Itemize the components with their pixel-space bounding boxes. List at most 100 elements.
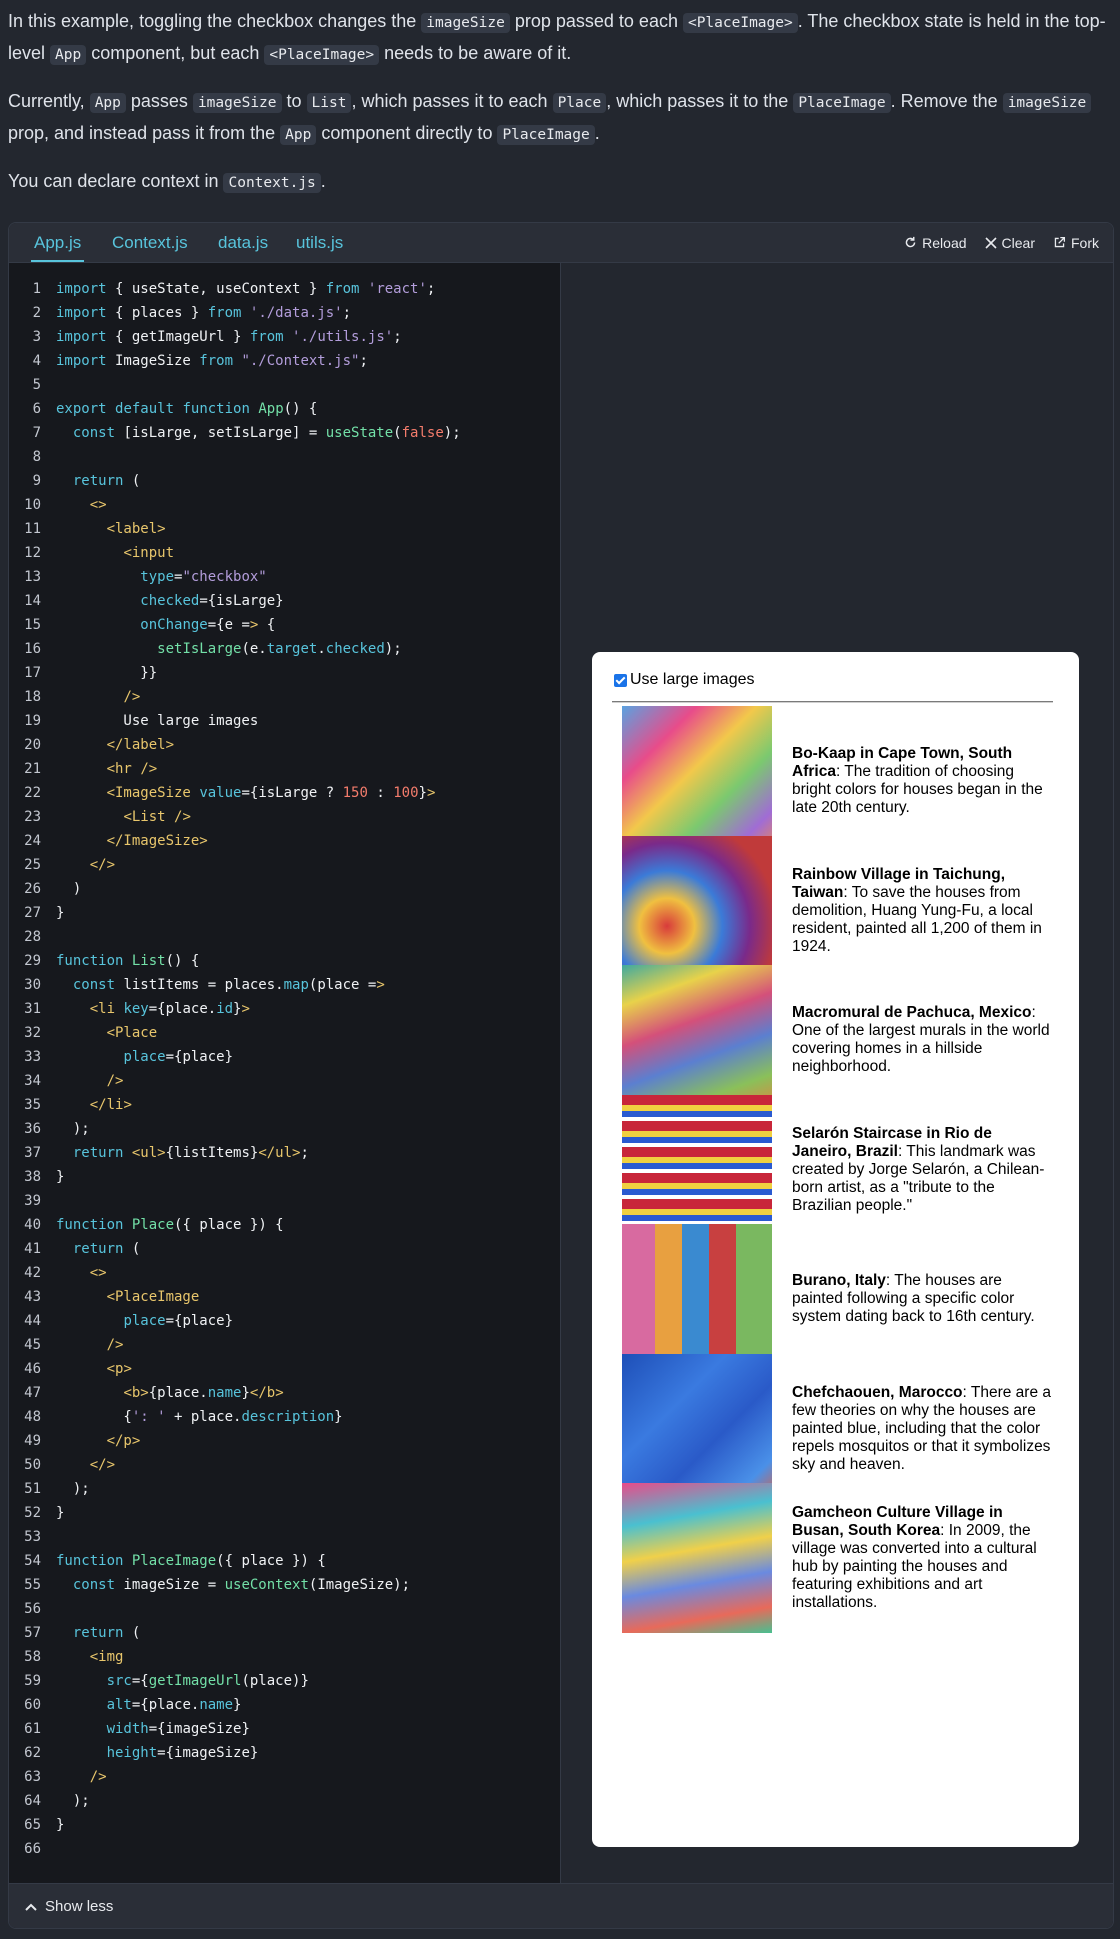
code-line[interactable]: 12 <input <box>9 541 174 565</box>
code-line[interactable]: 33 place={place} <box>9 1045 233 1069</box>
tab-app-js[interactable]: App.js <box>31 223 85 262</box>
code-line[interactable]: 25 </> <box>9 853 115 877</box>
code-line[interactable]: 7 const [isLarge, setIsLarge] = useState… <box>9 421 461 445</box>
text-segment: component directly to <box>316 123 498 143</box>
code-line[interactable]: 3 import { getImageUrl } from './utils.js… <box>9 325 402 349</box>
code-line[interactable]: 28 <box>9 925 56 949</box>
show-less-button[interactable]: Show less <box>25 1884 113 1928</box>
inline-code: Context.js <box>223 173 321 193</box>
code-line[interactable]: 31 <li key={place.id}> <box>9 997 250 1021</box>
code-line[interactable]: 40 function Place({ place }) { <box>9 1213 283 1237</box>
large-images-label[interactable]: Use large images <box>614 671 755 689</box>
tab-utils-js[interactable]: utils.js <box>296 223 343 262</box>
code-line[interactable]: 26 ) <box>9 877 81 901</box>
inline-code: App <box>50 45 87 65</box>
code-line[interactable]: 60 alt={place.name} <box>9 1693 241 1717</box>
line-code: import ImageSize from "./Context.js"; <box>56 353 368 369</box>
line-number: 9 <box>32 473 41 489</box>
code-line[interactable]: 55 const imageSize = useContext(ImageSiz… <box>9 1573 410 1597</box>
code-line[interactable]: 4 import ImageSize from "./Context.js"; <box>9 349 368 373</box>
code-line[interactable]: 24 </ImageSize> <box>9 829 208 853</box>
use-large-images-checkbox[interactable] <box>614 673 627 687</box>
code-line[interactable]: 29 function List() { <box>9 949 199 973</box>
code-line[interactable]: 15 onChange={e => { <box>9 613 275 637</box>
code-line[interactable]: 47 <b>{place.name}</b> <box>9 1381 284 1405</box>
clear-button[interactable]: Clear <box>984 235 1035 251</box>
code-line[interactable]: 16 setIsLarge(e.target.checked); <box>9 637 402 661</box>
code-line[interactable]: 53 <box>9 1525 56 1549</box>
code-line[interactable]: 34 /> <box>9 1069 123 1093</box>
code-line[interactable]: 14 checked={isLarge} <box>9 589 283 613</box>
code-line[interactable]: 63 /> <box>9 1765 106 1789</box>
list-item: Rainbow Village in Taichung, Taiwan: To … <box>622 835 1062 986</box>
code-line[interactable]: 48 {': ' + place.description} <box>9 1405 342 1429</box>
code-line[interactable]: 32 <Place <box>9 1021 157 1045</box>
code-line[interactable]: 46 <p> <box>9 1357 132 1381</box>
line-number: 41 <box>24 1241 41 1257</box>
code-line[interactable]: 61 width={imageSize} <box>9 1717 250 1741</box>
place-description: Burano, Italy: The houses are painted fo… <box>792 1272 1052 1326</box>
code-line[interactable]: 54 function PlaceImage({ place }) { <box>9 1549 326 1573</box>
code-line[interactable]: 10 <> <box>9 493 107 517</box>
code-line[interactable]: 20 </label> <box>9 733 174 757</box>
line-number: 33 <box>24 1049 41 1065</box>
code-line[interactable]: 17 }} <box>9 661 157 685</box>
code-line[interactable]: 66 <box>9 1837 56 1861</box>
code-line[interactable]: 18 /> <box>9 685 140 709</box>
code-line[interactable]: 64 ); <box>9 1789 90 1813</box>
code-line[interactable]: 43 <PlaceImage <box>9 1285 199 1309</box>
text-segment: passes <box>125 91 193 111</box>
code-line[interactable]: 6 export default function App() { <box>9 397 318 421</box>
code-line[interactable]: 41 return ( <box>9 1237 140 1261</box>
code-line[interactable]: 35 </li> <box>9 1093 132 1117</box>
place-description: Chefchaouen, Marocco: There are a few th… <box>792 1384 1052 1474</box>
code-line[interactable]: 37 return <ul>{listItems}</ul>; <box>9 1141 309 1165</box>
inline-code: PlaceImage <box>793 93 891 113</box>
code-line[interactable]: 36 ); <box>9 1117 90 1141</box>
tab-data-js[interactable]: data.js <box>218 223 268 262</box>
code-line[interactable]: 57 return ( <box>9 1621 140 1645</box>
code-line[interactable]: 42 <> <box>9 1261 106 1285</box>
tab-context-js[interactable]: Context.js <box>112 223 188 262</box>
code-line[interactable]: 9 return ( <box>9 469 141 493</box>
code-line[interactable]: 22 <ImageSize value={isLarge ? 150 : 100… <box>9 781 435 805</box>
code-line[interactable]: 58 <img <box>9 1645 123 1669</box>
fork-button[interactable]: Fork <box>1053 235 1099 251</box>
code-line[interactable]: 50 </> <box>9 1453 115 1477</box>
code-line[interactable]: 45 /> <box>9 1333 123 1357</box>
line-code: return ( <box>72 1241 141 1257</box>
code-line[interactable]: 56 <box>9 1597 56 1621</box>
close-icon <box>984 236 997 249</box>
code-line[interactable]: 2 import { places } from './data.js'; <box>9 301 351 325</box>
sandbox-actions: Reload Clear Fork <box>904 223 1099 262</box>
code-line[interactable]: 21 <hr /> <box>9 757 157 781</box>
code-line[interactable]: 65} <box>9 1813 64 1837</box>
code-line[interactable]: 59 src={getImageUrl(place)} <box>9 1669 309 1693</box>
code-line[interactable]: 8 <box>9 445 56 469</box>
reload-button[interactable]: Reload <box>904 235 967 251</box>
code-line[interactable]: 27} <box>9 901 64 925</box>
line-code: <> <box>89 497 107 513</box>
code-line[interactable]: 44 place={place} <box>9 1309 233 1333</box>
inline-code: <PlaceImage> <box>264 45 380 65</box>
code-line[interactable]: 62 height={imageSize} <box>9 1741 258 1765</box>
code-line[interactable]: 11 <label> <box>9 517 165 541</box>
intro-paragraph-2: Currently, App passes imageSize to List,… <box>8 86 1108 150</box>
code-line[interactable]: 49 </p> <box>9 1429 140 1453</box>
code-line[interactable]: 1 import { useState, useContext } from 'r… <box>9 277 436 301</box>
place-image <box>622 1224 772 1374</box>
code-line[interactable]: 5 <box>9 373 56 397</box>
code-line[interactable]: 38} <box>9 1165 64 1189</box>
code-line[interactable]: 51 ); <box>9 1477 90 1501</box>
code-line[interactable]: 30 const listItems = places.map(place => <box>9 973 385 997</box>
line-number: 40 <box>24 1217 41 1233</box>
line-code: function PlaceImage({ place }) { <box>56 1553 326 1569</box>
code-line[interactable]: 19 Use large images <box>9 709 258 733</box>
code-line[interactable]: 52} <box>9 1501 64 1525</box>
code-editor[interactable]: 1 import { useState, useContext } from 'r… <box>9 263 561 1883</box>
code-line[interactable]: 13 type="checkbox" <box>9 565 267 589</box>
code-line[interactable]: 39 <box>9 1189 56 1213</box>
line-code: <Place <box>106 1025 158 1041</box>
place-image <box>622 1353 772 1504</box>
code-line[interactable]: 23 <List /> <box>9 805 191 829</box>
